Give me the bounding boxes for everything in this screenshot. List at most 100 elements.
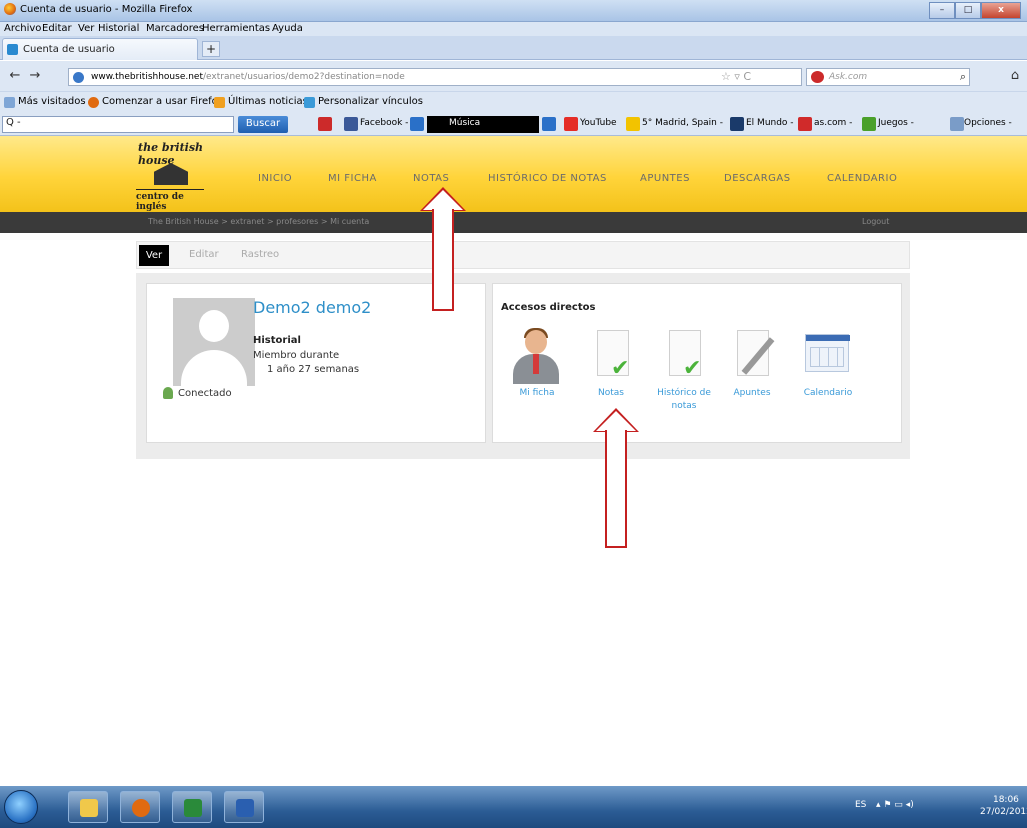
tab-label: Cuenta de usuario [23,44,115,55]
menu-ayuda[interactable]: Ayuda [272,23,303,34]
ascom-button[interactable]: as.com - [814,118,852,128]
windows-taskbar: ES ▴ ⚑ ▭ ◂) 18:06 27/02/2012 [0,786,1027,828]
navigation-bar: ← → www.thebritishhouse.net/extranet/usu… [0,61,1027,91]
logo-rule [136,189,204,190]
nav-inicio[interactable]: INICIO [258,173,292,184]
menu-historial[interactable]: Historial [98,23,139,34]
tab-ver[interactable]: Ver [139,245,169,266]
menu-ver[interactable]: Ver [78,23,94,34]
historial-heading: Historial [253,335,301,346]
arrow-head-shape [593,408,639,432]
taskbar-excel[interactable] [172,791,212,823]
annotation-arrow-nav-notas [420,187,466,311]
tab-cuenta-de-usuario[interactable]: Cuenta de usuario [2,38,198,60]
calendar-icon [805,334,850,372]
bookmark-ultimas-noticias[interactable]: Últimas noticias [228,96,308,107]
nav-calendario[interactable]: CALENDARIO [827,173,897,184]
nav-mi-ficha[interactable]: MI FICHA [328,173,377,184]
avatar-head-shape [199,310,229,342]
british-house-logo[interactable]: the british house centro de inglés [132,141,210,212]
tray-clock[interactable]: 18:06 27/02/2012 [980,794,1027,818]
person-icon [525,330,547,354]
shortcut-calendario[interactable] [791,330,851,386]
opciones-button[interactable]: Opciones - [964,118,1012,128]
ask-icon[interactable] [318,117,332,131]
breadcrumb[interactable]: The British House > extranet > profesore… [148,217,369,226]
bookmark-star-icon[interactable]: ☆ ▿ C [721,70,751,83]
minimize-button[interactable]: – [929,2,955,19]
tab-editar[interactable]: Editar [189,249,219,260]
bookmark-mas-visitados[interactable]: Más visitados [18,96,86,107]
musica-field[interactable]: Música [427,116,539,133]
ascom-icon [798,117,812,131]
youtube-button[interactable]: YouTube [580,118,617,128]
shortcut-label-calendario[interactable]: Calendario [793,387,863,400]
shortcut-label-apuntes[interactable]: Apuntes [717,387,787,400]
shortcut-mi-ficha[interactable] [507,328,567,386]
buscar-button[interactable]: Buscar [238,116,288,133]
media-controls-icon[interactable] [410,117,424,131]
arrow-shaft-shape [605,430,627,548]
logout-link[interactable]: Logout [862,217,889,226]
new-tab-button[interactable]: + [202,41,220,57]
forward-button[interactable]: → [26,67,44,85]
taskbar-word[interactable] [224,791,264,823]
search-icon[interactable]: ⌕ [960,70,966,84]
home-button[interactable]: ⌂ [1006,67,1024,85]
maximize-button[interactable]: □ [955,2,981,19]
shortcut-apuntes[interactable] [721,330,781,386]
tray-icons[interactable]: ▴ ⚑ ▭ ◂) [876,800,914,810]
shortcut-historico[interactable]: ✔ [653,330,713,386]
nav-notas[interactable]: NOTAS [413,173,449,184]
user-name: Demo2 demo2 [253,298,372,317]
search-bar[interactable]: Ask.com ⌕ [806,68,970,86]
status-label: Conectado [178,388,232,399]
menu-archivo[interactable]: Archivo [4,23,41,34]
breadcrumb-bar: The British House > extranet > profesore… [0,212,1027,233]
main-content: Ver Editar Rastreo Demo2 demo2 Historial… [0,233,1027,778]
menu-herramientas[interactable]: Herramientas [202,23,270,34]
menu-editar[interactable]: Editar [42,23,72,34]
site-identity-icon[interactable] [73,72,84,83]
start-button[interactable] [4,790,38,824]
firefox-icon [4,3,16,15]
ask-engine-icon[interactable] [811,71,824,83]
options-icon [950,117,964,131]
shortcut-label-notas[interactable]: Notas [576,387,646,400]
taskbar-explorer[interactable] [68,791,108,823]
toolbar-search-input[interactable]: Q - [2,116,234,133]
tray-language[interactable]: ES [855,800,866,810]
site-header: the british house centro de inglés INICI… [0,136,1027,212]
rss-icon [214,97,225,108]
play-icon[interactable] [542,117,556,131]
elmundo-button[interactable]: El Mundo - [746,118,794,128]
shortcuts-card: Accesos directos Mi ficha ✔ Notas ✔ Hist… [492,283,902,443]
tab-rastreo[interactable]: Rastreo [241,249,279,260]
nav-historico-de-notas[interactable]: HISTÓRICO DE NOTAS [488,173,607,184]
nav-descargas[interactable]: DESCARGAS [724,173,791,184]
weather-button[interactable]: 5° Madrid, Spain - [642,118,723,128]
bookmark-comenzar[interactable]: Comenzar a usar Firefox [102,96,223,107]
juegos-button[interactable]: Juegos - [878,118,914,128]
menu-marcadores[interactable]: Marcadores [146,23,204,34]
shortcut-label-mi-ficha[interactable]: Mi ficha [502,387,572,400]
member-duration: 1 año 27 semanas [267,364,360,375]
back-button[interactable]: ← [6,67,24,85]
member-label: Miembro durante [253,350,340,361]
shortcut-label-historico[interactable]: Histórico de notas [648,387,720,413]
window-title: Cuenta de usuario - Mozilla Firefox [20,4,193,15]
arrow-shaft-shape [432,209,454,311]
ask-toolbar: Q - Buscar Facebook - Música YouTube 5° … [0,113,1027,136]
close-button[interactable]: x [981,2,1021,19]
shortcut-notas[interactable]: ✔ [581,330,641,386]
url-text[interactable]: www.thebritishhouse.net/extranet/usuario… [91,72,405,82]
bookmarks-bar: Más visitados Comenzar a usar Firefox Úl… [0,91,1027,113]
bookmark-personalizar[interactable]: Personalizar vínculos [318,96,423,107]
facebook-button[interactable]: Facebook - [360,118,408,128]
taskbar-firefox[interactable] [120,791,160,823]
logo-subtitle: centro de inglés [136,192,184,212]
url-bar[interactable]: www.thebritishhouse.net/extranet/usuario… [68,68,802,86]
nav-apuntes[interactable]: APUNTES [640,173,690,184]
logo-text: the british house [138,141,204,167]
word-icon [236,799,254,817]
